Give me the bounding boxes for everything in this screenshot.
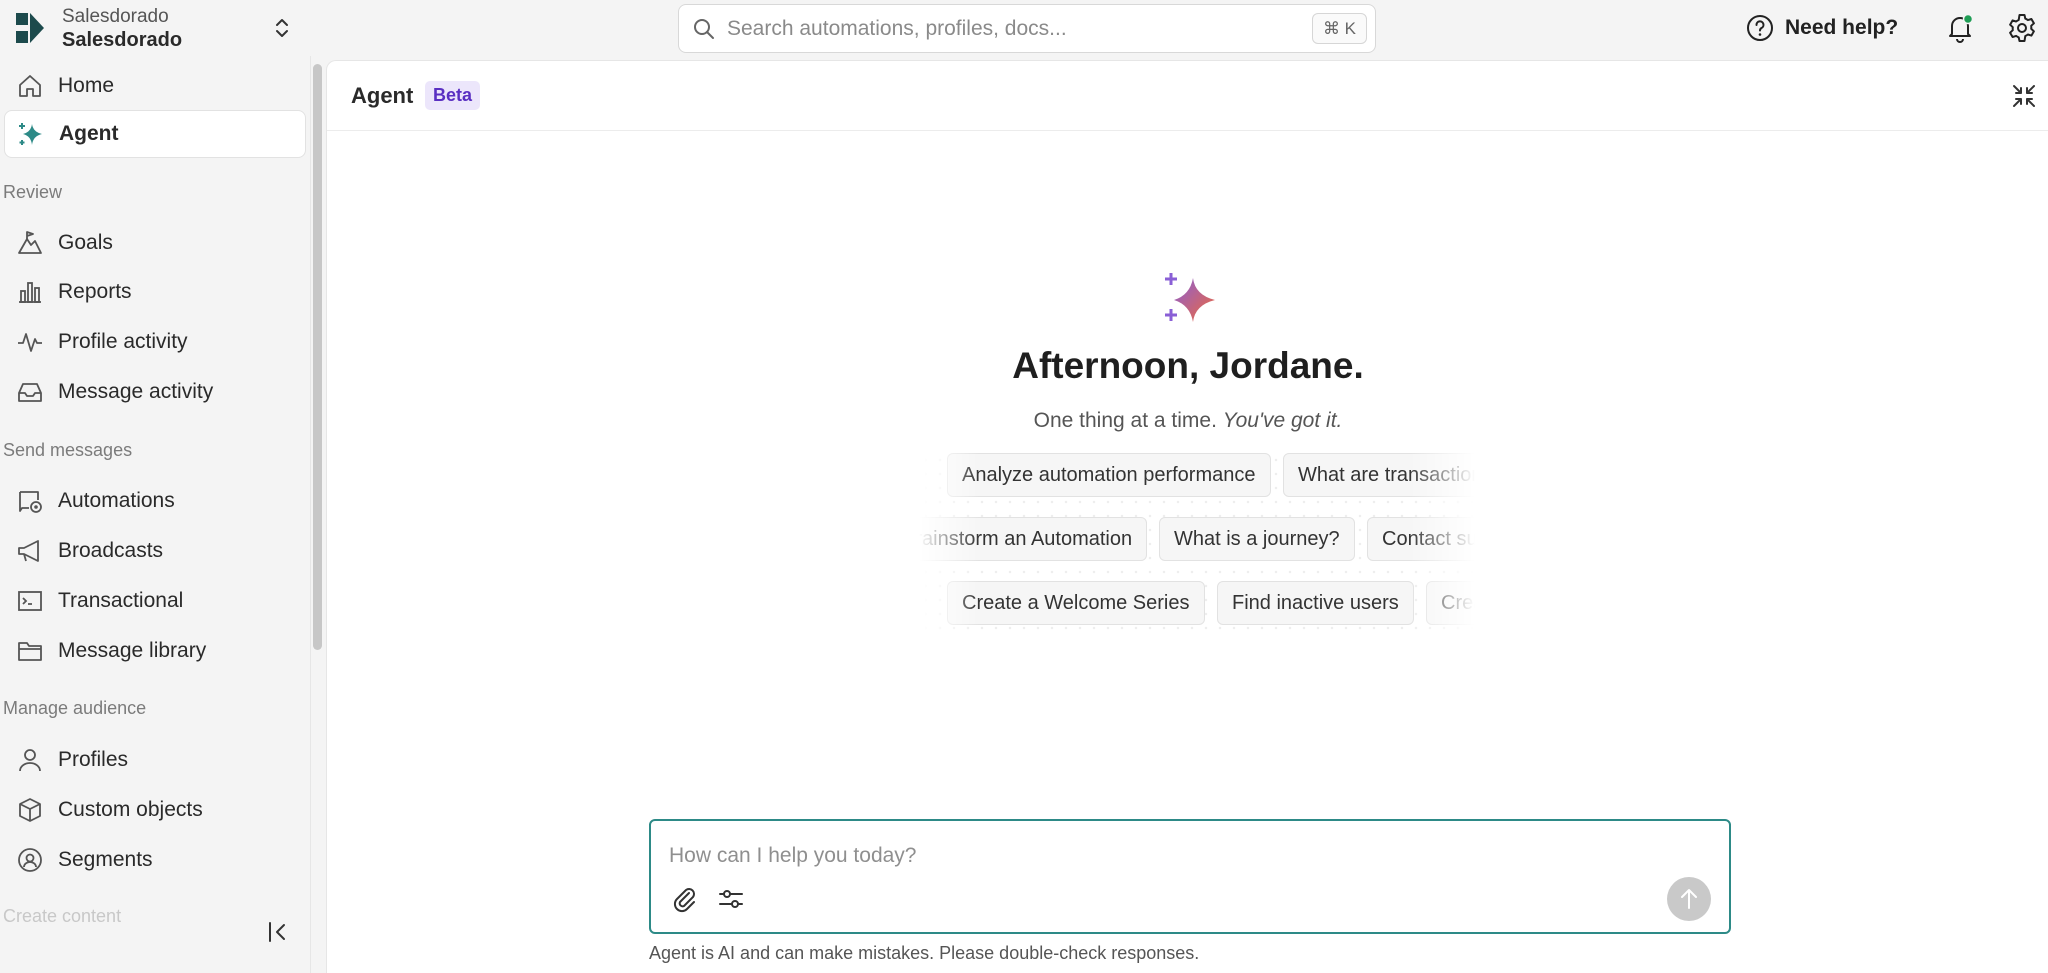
goals-icon	[18, 231, 42, 254]
sidebar-item-label: Message activity	[58, 380, 214, 403]
suggestion-carousel: Analyze automation performance What are t…	[919, 453, 1475, 633]
sidebar-item-label: Broadcasts	[58, 539, 164, 562]
user-icon	[19, 749, 41, 772]
sidebar-divider	[310, 56, 311, 973]
sidebar-item-reports[interactable]: Reports	[4, 268, 306, 316]
reports-icon	[19, 282, 41, 303]
org-subtitle: Salesdorado	[62, 6, 169, 27]
need-help-button[interactable]: Need help?	[1745, 12, 1898, 44]
sidebar-item-label: Agent	[59, 122, 119, 145]
need-help-label: Need help?	[1785, 16, 1899, 39]
sparkle-icon	[19, 123, 42, 145]
megaphone-icon	[18, 540, 39, 562]
sidebar: Home Agent Review Goals Reports Profile …	[0, 56, 314, 973]
salesdorado-logo[interactable]	[14, 11, 46, 45]
section-title-manage-audience: Manage audience	[3, 698, 147, 718]
org-switcher[interactable]: Salesdorado Salesdorado	[62, 6, 182, 52]
global-search[interactable]: ⌘ K	[678, 4, 1376, 53]
search-shortcut-badge: ⌘ K	[1311, 13, 1367, 44]
sidebar-item-label: Segments	[58, 848, 153, 871]
suggestion-chip[interactable]: Create a Welcome Series	[947, 581, 1205, 625]
sidebar-item-segments[interactable]: Segments	[4, 836, 306, 884]
send-button[interactable]	[1667, 877, 1711, 921]
top-bar: Salesdorado Salesdorado ⌘ K Need help?	[0, 0, 2048, 56]
chevron-up-down-icon[interactable]	[272, 14, 292, 42]
ai-disclaimer: Agent is AI and can make mistakes. Pleas…	[649, 943, 1200, 963]
sidebar-item-label: Goals	[58, 231, 113, 254]
sidebar-item-goals[interactable]: Goals	[4, 219, 306, 267]
section-title-create-content: Create content	[3, 906, 122, 926]
suggestion-chip[interactable]: Analyze automation performance	[947, 453, 1271, 497]
minimize-icon[interactable]	[2011, 83, 2037, 109]
sidebar-item-profile-activity[interactable]: Profile activity	[4, 318, 306, 366]
sidebar-item-message-library[interactable]: Message library	[4, 627, 306, 675]
chat-composer[interactable]	[649, 819, 1731, 934]
sidebar-item-label: Transactional	[58, 589, 184, 612]
terminal-icon	[18, 591, 42, 611]
home-icon	[19, 75, 41, 97]
sidebar-scrollbar[interactable]	[313, 64, 322, 650]
sidebar-item-message-activity[interactable]: Message activity	[4, 368, 306, 416]
sidebar-item-home[interactable]: Home	[4, 62, 306, 110]
suggestion-chip[interactable]: Find inactive users	[1217, 581, 1414, 625]
pulse-icon	[18, 333, 42, 352]
org-name: Salesdorado	[62, 29, 183, 51]
sidebar-item-automations[interactable]: Automations	[4, 477, 306, 525]
search-icon	[694, 19, 714, 39]
sidebar-item-label: Profile activity	[58, 330, 188, 353]
settings-gear-icon[interactable]	[2006, 12, 2038, 44]
subtitle-emphasis: You've got it.	[1222, 409, 1343, 432]
sidebar-item-label: Message library	[58, 639, 207, 662]
suggestion-chip[interactable]: What is a journey?	[1159, 517, 1355, 561]
greeting-heading: Afternoon, Jordane.	[1012, 345, 1364, 386]
inbox-icon	[18, 383, 42, 402]
sidebar-item-label: Custom objects	[58, 798, 203, 821]
greeting-subtitle: One thing at a time. You've got it.	[327, 409, 2048, 433]
sidebar-item-label: Automations	[58, 489, 175, 512]
suggestion-chip[interactable]: What are transactional messages?	[1283, 453, 1475, 497]
sidebar-item-transactional[interactable]: Transactional	[4, 577, 306, 625]
chat-input[interactable]	[669, 841, 1669, 871]
paperclip-icon[interactable]	[671, 885, 699, 913]
suggestion-chip[interactable]: Contact support	[1367, 517, 1475, 561]
sidebar-item-profiles[interactable]: Profiles	[4, 736, 306, 784]
agent-panel: Agent Beta Afternoon, Jordane. One thing…	[326, 60, 2048, 973]
sidebar-item-agent[interactable]: Agent	[4, 110, 306, 158]
cube-icon	[19, 798, 41, 822]
section-title-review: Review	[3, 182, 63, 202]
help-circle-icon	[1747, 15, 1773, 41]
beta-badge: Beta	[425, 81, 481, 110]
segment-icon	[18, 848, 42, 872]
sidebar-item-label: Reports	[58, 280, 132, 303]
arrow-up-icon	[1681, 889, 1697, 909]
suggestion-chip[interactable]: Create a segment	[1426, 581, 1475, 625]
folder-icon	[18, 642, 42, 661]
suggestion-chip[interactable]: Brainstorm an Automation	[919, 517, 1148, 561]
subtitle-text: One thing at a time.	[1033, 409, 1217, 432]
sidebar-item-label: Profiles	[58, 748, 129, 771]
agent-sparkle-icon	[1165, 273, 1215, 322]
page-title: Agent	[351, 83, 414, 108]
automation-icon	[19, 491, 42, 513]
sidebar-item-broadcasts[interactable]: Broadcasts	[4, 527, 306, 575]
sidebar-item-custom-objects[interactable]: Custom objects	[4, 786, 306, 834]
search-input[interactable]	[727, 15, 1267, 43]
sliders-icon[interactable]	[717, 885, 745, 913]
section-title-send-messages: Send messages	[3, 440, 133, 460]
collapse-sidebar-icon[interactable]	[264, 918, 292, 946]
panel-header: Agent Beta	[327, 61, 2048, 131]
notification-bell-icon[interactable]	[1944, 12, 1976, 44]
sidebar-item-label: Home	[58, 74, 115, 97]
